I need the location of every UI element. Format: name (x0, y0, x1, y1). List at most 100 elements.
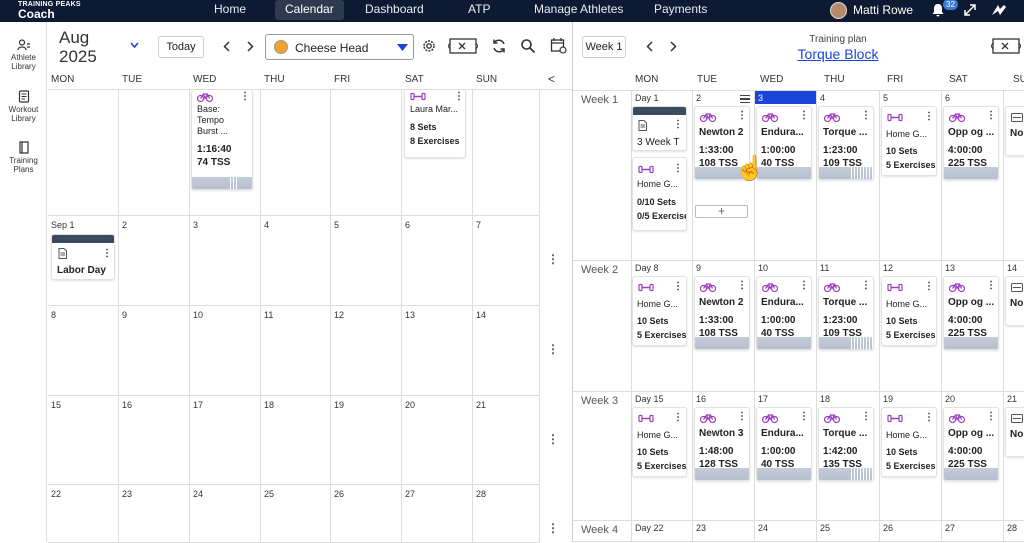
plan-day-cell[interactable]: 27 (941, 521, 1003, 542)
refresh-icon[interactable] (491, 38, 507, 54)
plan-name-link[interactable]: Torque Block (773, 46, 903, 62)
plan-day-cell[interactable]: 23 (692, 521, 754, 542)
calendar-day-cell[interactable]: 6 (402, 216, 473, 306)
calendar-day-cell[interactable]: 11 (261, 306, 331, 396)
week-options-icon[interactable]: ⋮ (547, 521, 559, 535)
more-options-icon[interactable]: ⋮ (861, 412, 871, 422)
workout-card[interactable]: ⋮ Newton 3 1:48:00 128 TSS (694, 407, 750, 481)
workout-card[interactable]: ⋮ Endura... 1:00:00 40 TSS (756, 407, 812, 481)
search-icon[interactable] (520, 38, 536, 54)
workout-card[interactable]: ⋮ Torque ... 1:23:00 109 TSS (818, 276, 874, 350)
expand-icon[interactable] (963, 3, 977, 17)
more-options-icon[interactable]: ⋮ (737, 111, 747, 121)
calendar-day-cell[interactable]: 24 (190, 485, 261, 543)
month-picker[interactable]: Aug 2025 (59, 28, 97, 66)
strength-card[interactable]: ⋮ Home G... 0/10 Sets 0/5 Exercises (632, 157, 687, 231)
more-options-icon[interactable]: ⋮ (799, 111, 809, 121)
week-options-icon[interactable]: ⋮ (547, 252, 559, 266)
nav-atp[interactable]: ATP (458, 0, 500, 20)
more-options-icon[interactable]: ⋮ (673, 413, 683, 423)
more-options-icon[interactable]: ⋮ (861, 111, 871, 121)
sidebar-item-training-plans[interactable]: Training Plans (0, 141, 47, 174)
workout-card[interactable]: ⋮ Opp og ... 4:00:00 225 TSS (943, 276, 999, 350)
calendar-day-cell[interactable] (261, 90, 331, 216)
calendar-day-cell[interactable]: 22 (48, 485, 119, 543)
nav-home[interactable]: Home (204, 0, 256, 20)
user-menu[interactable]: Matti Rowe (830, 0, 913, 20)
workout-card[interactable]: No (1005, 106, 1024, 156)
strength-card[interactable]: ⋮ Home G... 10 Sets 5 Exercises (881, 407, 937, 477)
calendar-day-cell[interactable]: 7 (473, 216, 540, 306)
athlete-select[interactable]: Cheese Head (265, 34, 414, 60)
more-options-icon[interactable]: ⋮ (240, 92, 250, 102)
workout-card[interactable]: ⋮ Base: Tempo Burst ... 1:16:40 74 TSS (191, 90, 253, 190)
more-options-icon[interactable]: ⋮ (986, 412, 996, 422)
more-options-icon[interactable]: ⋮ (924, 282, 934, 292)
plan-note-card[interactable]: ⋮ 3 Week T (632, 106, 687, 151)
nav-calendar[interactable]: Calendar (275, 0, 344, 20)
plan-day-cell[interactable]: 26 (879, 521, 941, 542)
hamburger-icon[interactable] (740, 95, 750, 103)
week-options-icon[interactable]: ⋮ (547, 432, 559, 446)
sidebar-item-workout-library[interactable]: Workout Library (0, 90, 47, 123)
calendar-day-cell[interactable]: 19 (331, 396, 402, 485)
chevron-right-icon[interactable] (670, 41, 677, 52)
more-options-icon[interactable]: ⋮ (737, 412, 747, 422)
more-options-icon[interactable]: ⋮ (102, 249, 112, 259)
today-button[interactable]: Today (158, 36, 204, 58)
nav-manage-athletes[interactable]: Manage Athletes (524, 0, 633, 20)
more-options-icon[interactable]: ⋮ (737, 281, 747, 291)
calendar-day-cell[interactable]: 3 (190, 216, 261, 306)
delete-range-icon[interactable] (448, 37, 478, 55)
calendar-day-cell[interactable]: 16 (119, 396, 190, 485)
add-workout-button[interactable]: + (695, 205, 748, 218)
nav-dashboard[interactable]: Dashboard (355, 0, 434, 20)
calendar-day-cell[interactable]: 14 (473, 306, 540, 396)
week-options-icon[interactable]: ⋮ (547, 342, 559, 356)
calendar-day-cell[interactable]: 13 (402, 306, 473, 396)
calendar-settings-icon[interactable] (550, 37, 567, 54)
plan-day-cell[interactable]: Day 22 (631, 521, 692, 542)
strength-card[interactable]: ⋮ Home G... 10 Sets 5 Exercises (881, 106, 937, 176)
calendar-day-cell[interactable]: 5 (331, 216, 402, 306)
workout-card[interactable]: ⋮ Endura... 1:00:00 40 TSS (756, 276, 812, 350)
delete-range-icon[interactable] (991, 37, 1021, 55)
workout-card[interactable]: ⋮ Opp og ... 4:00:00 225 TSS (943, 106, 999, 180)
gear-icon[interactable] (421, 38, 437, 54)
plan-day-cell[interactable]: 28 (1003, 521, 1024, 542)
calendar-day-cell[interactable]: 17 (190, 396, 261, 485)
chevron-left-icon[interactable] (223, 41, 230, 52)
more-options-icon[interactable]: ⋮ (924, 413, 934, 423)
week-select-button[interactable]: Week 1 (582, 36, 626, 58)
more-options-icon[interactable]: ⋮ (924, 112, 934, 122)
calendar-day-cell[interactable]: 10 (190, 306, 261, 396)
tp-logo-icon[interactable] (990, 3, 1008, 17)
labor-day-card[interactable]: ⋮ Labor Day (51, 234, 115, 280)
strength-card[interactable]: ⋮ Laura Mar... 8 Sets 8 Exercises (404, 90, 466, 158)
more-options-icon[interactable]: ⋮ (986, 111, 996, 121)
more-options-icon[interactable]: ⋮ (799, 281, 809, 291)
plan-day-cell[interactable]: 24 (754, 521, 816, 542)
calendar-day-cell[interactable]: 27 (402, 485, 473, 543)
calendar-day-cell[interactable]: 21 (473, 396, 540, 485)
more-options-icon[interactable]: ⋮ (986, 281, 996, 291)
chevron-down-icon[interactable] (130, 42, 139, 48)
calendar-day-cell[interactable]: 26 (331, 485, 402, 543)
calendar-day-cell[interactable]: 9 (119, 306, 190, 396)
workout-card[interactable]: ⋮ Newton 2 1:33:00 108 TSS (694, 276, 750, 350)
more-options-icon[interactable]: ⋮ (673, 282, 683, 292)
calendar-day-cell[interactable] (473, 90, 540, 216)
calendar-day-cell[interactable]: 23 (119, 485, 190, 543)
calendar-day-cell[interactable] (119, 90, 190, 216)
more-options-icon[interactable]: ⋮ (454, 92, 464, 102)
more-options-icon[interactable]: ⋮ (673, 164, 683, 174)
calendar-day-cell[interactable]: 8 (48, 306, 119, 396)
workout-card[interactable]: No (1005, 407, 1024, 457)
plan-day-cell[interactable]: 25 (816, 521, 879, 542)
calendar-day-cell[interactable]: 15 (48, 396, 119, 485)
workout-card[interactable]: ⋮ Torque ... 1:42:00 135 TSS (818, 407, 874, 481)
trainingpeaks-logo[interactable]: TRAINING PEAKS Coach (18, 0, 81, 20)
calendar-day-cell[interactable]: 28 (473, 485, 540, 543)
sidebar-item-athlete-library[interactable]: Athlete Library (0, 39, 47, 71)
strength-card[interactable]: ⋮ Home G... 10 Sets 5 Exercises (632, 276, 687, 346)
